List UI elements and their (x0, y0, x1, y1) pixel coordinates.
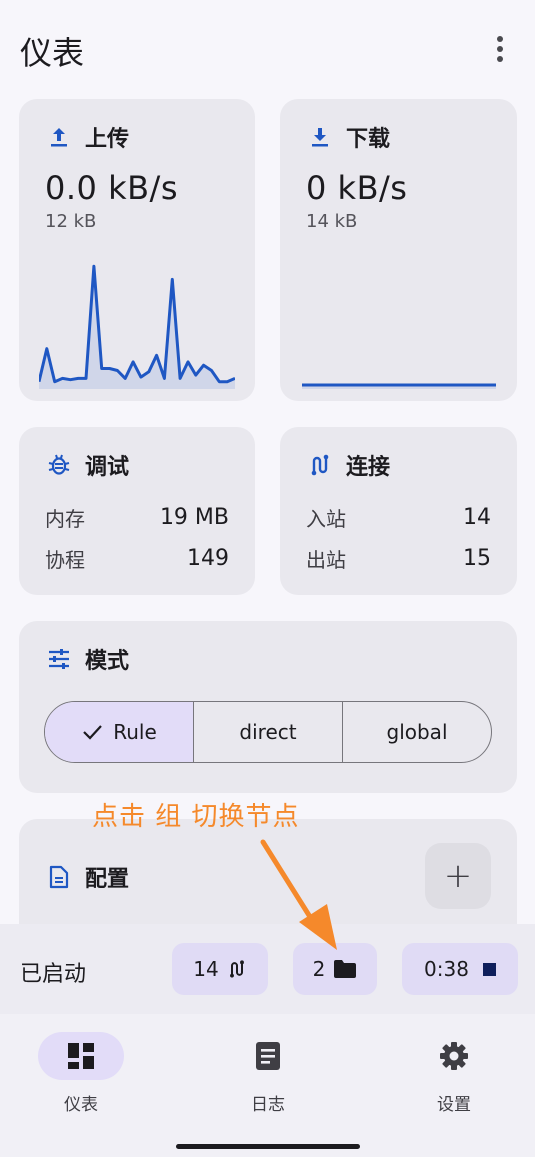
goroutine-row: 协程 149 (45, 544, 229, 573)
connections-chip[interactable]: 14 (172, 943, 268, 995)
upload-total: 12 kB (45, 211, 97, 232)
upload-title: 上传 (85, 127, 130, 152)
inbound-label: 入站 (306, 507, 346, 531)
mode-option-global[interactable]: global (343, 702, 491, 762)
mode-option-label: Rule (113, 720, 157, 744)
stop-icon[interactable] (482, 962, 496, 976)
connections-title: 连接 (346, 455, 391, 480)
inbound-row: 入站 14 (306, 503, 491, 532)
chart-series-line (39, 264, 235, 384)
document-icon (45, 863, 73, 891)
bottom-navigation: 仪表 日志 设置 (0, 1014, 535, 1157)
download-title: 下载 (346, 127, 391, 152)
top-app-bar: 仪表 (0, 0, 535, 96)
upload-card[interactable]: 上传 0.0 kB/s 12 kB (19, 99, 255, 401)
config-title: 配置 (85, 867, 130, 892)
download-card[interactable]: 下载 0 kB/s 14 kB (280, 99, 517, 401)
nav-dashboard[interactable]: 仪表 (26, 1032, 136, 1115)
dashboard-page: 仪表 上传 0.0 kB/s 12 kB 下载 0 kB/s 14 kB 调试 … (0, 0, 535, 1157)
dashboard-icon (68, 1043, 94, 1069)
more-vert-icon[interactable] (485, 34, 515, 64)
timer-chip[interactable]: 0:38 (402, 943, 518, 995)
mode-segmented-control: Rule direct global (44, 701, 492, 763)
mode-option-direct[interactable]: direct (194, 702, 343, 762)
nav-settings[interactable]: 设置 (399, 1032, 509, 1115)
nav-label: 设置 (437, 1095, 471, 1115)
connections-card[interactable]: 连接 入站 14 出站 15 (280, 427, 517, 595)
upload-speed: 0.0 kB/s (45, 169, 178, 207)
mode-card: 模式 Rule direct global (19, 621, 517, 793)
download-chart (302, 383, 496, 389)
bug-icon (45, 451, 73, 479)
add-config-button[interactable]: + (425, 843, 491, 909)
outbound-row: 出站 15 (306, 544, 491, 573)
download-icon (306, 123, 334, 151)
mode-option-label: global (386, 720, 448, 744)
folder-icon (334, 960, 357, 978)
mode-option-label: direct (239, 720, 297, 744)
memory-row: 内存 19 MB (45, 503, 229, 532)
arrow-icon (260, 839, 337, 950)
inbound-value: 14 (463, 505, 491, 530)
goroutine-value: 149 (187, 546, 229, 571)
uptime: 0:38 (424, 957, 469, 981)
status-text: 已启动 (20, 962, 87, 987)
connection-icon (306, 451, 334, 479)
tune-icon (45, 645, 73, 673)
mode-title: 模式 (85, 649, 130, 674)
download-total: 14 kB (306, 211, 358, 232)
settings-icon (440, 1042, 468, 1070)
page-title: 仪表 (20, 34, 85, 72)
nav-label: 仪表 (64, 1095, 98, 1115)
nav-logs[interactable]: 日志 (213, 1032, 323, 1115)
connection-icon (229, 960, 244, 978)
debug-card[interactable]: 调试 内存 19 MB 协程 149 (19, 427, 255, 595)
debug-title: 调试 (85, 455, 130, 480)
hint-annotation: 点击 组 切换节点 (92, 802, 300, 832)
outbound-value: 15 (463, 546, 491, 571)
groups-count: 2 (312, 957, 326, 981)
home-indicator[interactable] (176, 1144, 360, 1149)
check-icon (83, 725, 103, 740)
outbound-label: 出站 (306, 548, 346, 572)
download-speed: 0 kB/s (306, 169, 408, 207)
goroutine-label: 协程 (45, 548, 85, 572)
upload-chart (39, 264, 235, 389)
mode-option-rule[interactable]: Rule (45, 702, 194, 762)
log-icon (256, 1042, 280, 1070)
nav-label: 日志 (251, 1095, 285, 1115)
connections-count: 14 (193, 957, 219, 981)
upload-icon (45, 123, 73, 151)
memory-value: 19 MB (159, 505, 229, 530)
memory-label: 内存 (45, 507, 85, 531)
